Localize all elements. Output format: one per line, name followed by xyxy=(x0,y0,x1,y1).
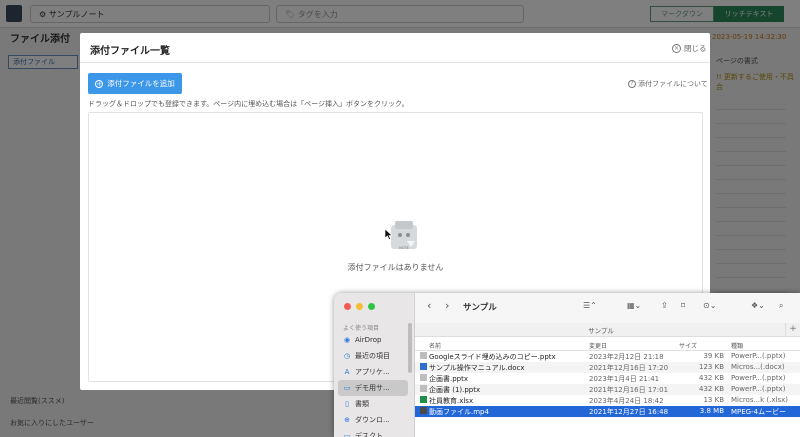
grid-view-icon[interactable]: ▦⌄ xyxy=(627,301,641,310)
list-view-icon[interactable]: ☰⌃ xyxy=(583,301,597,310)
sidebar-item[interactable]: ▭ デモ用サ... xyxy=(338,380,408,396)
file-date: 2023年1月4日 21:41 xyxy=(589,375,660,383)
sidebar-item[interactable]: A アプリケ... xyxy=(338,364,408,380)
file-kind: PowerP...(.pptx) xyxy=(731,374,786,382)
minimize-window-button[interactable] xyxy=(356,303,363,310)
airdrop-icon: ◉ xyxy=(343,336,351,344)
column-date[interactable]: 変更日 xyxy=(589,341,607,350)
file-kind: PowerP...(.pptx) xyxy=(731,385,786,393)
sidebar-item-label: アプリケ... xyxy=(355,368,390,376)
sidebar-item-label: デモ用サ... xyxy=(355,384,390,392)
file-date: 2021年12月16日 17:20 xyxy=(589,364,669,372)
file-icon xyxy=(420,385,427,392)
file-size: 432 KB xyxy=(699,385,724,393)
column-kind[interactable]: 種類 xyxy=(731,341,743,350)
new-tab-button[interactable]: + xyxy=(785,323,800,337)
more-actions-icon[interactable]: ⊙⌄ xyxy=(703,301,716,310)
file-icon xyxy=(420,374,427,381)
share-icon[interactable]: ⇪ xyxy=(661,301,668,310)
back-arrow-icon[interactable]: ‹ xyxy=(427,299,431,312)
modal-title: 添付ファイル一覧 xyxy=(90,46,170,57)
modal-header: 添付ファイル一覧 × 閉じる xyxy=(80,33,710,63)
document-icon: ▯ xyxy=(345,400,349,408)
empty-notebook-icon: NOTE xyxy=(391,221,417,250)
finder-toolbar: ‹ › サンプル ☰⌃ ▦⌄ ⇪ ⌑ ⊙⌄ ❖⌄ ⌕ xyxy=(415,293,800,323)
finder-pathbar: サンプル + xyxy=(415,323,800,337)
sidebar-item-label: AirDrop xyxy=(355,336,382,344)
forward-arrow-icon[interactable]: › xyxy=(445,299,449,312)
desktop-icon: ▭ xyxy=(343,432,351,437)
column-name[interactable]: 名前 xyxy=(429,341,441,350)
file-kind: Micros...(.docx) xyxy=(731,363,785,371)
file-icon xyxy=(420,363,427,370)
file-name: 企画書 (1).pptx xyxy=(429,386,481,394)
file-name: 企画書.pptx xyxy=(429,375,468,383)
file-icon xyxy=(420,352,427,359)
apps-icon: A xyxy=(344,368,350,376)
close-icon: × xyxy=(672,44,681,53)
file-date: 2023年4月24日 18:42 xyxy=(589,397,664,405)
sidebar-list: ◉ AirDrop ◷ 最近の項目 A アプリケ... ▭ デモ用サ... ▯ 書類 ⊕ ダウンロ..… xyxy=(338,332,408,437)
empty-message: 添付ファイルはありません xyxy=(347,263,444,272)
file-kind: MPEG-4ムービー xyxy=(731,408,787,416)
tag-icon[interactable]: ⌑ xyxy=(681,301,685,310)
download-icon: ⊕ xyxy=(344,416,350,424)
file-kind: PowerP...(.pptx) xyxy=(731,352,786,360)
column-size[interactable]: サイズ xyxy=(679,341,697,350)
file-row[interactable]: 企画書 (1).pptx 2021年12月16日 17:01 432 KB Power… xyxy=(415,384,800,395)
finder-window: よく使う項目 ◉ AirDrop ◷ 最近の項目 A アプリケ... ▭ デモ用サ... ▯ 書類… xyxy=(334,293,800,437)
drag-drop-hint: ドラッグ＆ドロップでも登録できます。ページ内に埋め込む場合は「ページ挿入」ボタン… xyxy=(88,100,409,108)
file-icon xyxy=(420,396,427,403)
column-header: 名前 変更日 サイズ 種類 xyxy=(415,337,800,351)
empty-icon-caption: NOTE xyxy=(399,246,409,250)
dropbox-icon[interactable]: ❖⌄ xyxy=(751,301,765,310)
file-date: 2021年12月16日 17:01 xyxy=(589,386,669,394)
file-list: Googleスライド埋め込みのコピー.pptx 2023年2月12日 21:18 3… xyxy=(415,351,800,417)
sidebar-item[interactable]: ▯ 書類 xyxy=(338,396,408,412)
sidebar-item[interactable]: ⊕ ダウンロ... xyxy=(338,412,408,428)
sidebar-item[interactable]: ▭ デスクト... xyxy=(338,428,408,437)
file-name: 社員教育.xlsx xyxy=(429,397,474,405)
file-date: 2023年2月12日 21:18 xyxy=(589,353,664,361)
file-size: 123 KB xyxy=(699,363,724,371)
sidebar-item-label: デスクト... xyxy=(355,432,390,437)
mouse-cursor-icon xyxy=(385,229,393,240)
sidebar-scrollbar[interactable] xyxy=(408,323,412,373)
file-size: 432 KB xyxy=(699,374,724,382)
file-row[interactable]: 社員教育.xlsx 2023年4月24日 18:42 13 KB Micros...k… xyxy=(415,395,800,406)
folder-icon: ▭ xyxy=(343,384,351,392)
sidebar-item-label: 書類 xyxy=(355,400,369,408)
sidebar-section-favorites: よく使う項目 xyxy=(343,325,380,332)
close-button[interactable]: × 閉じる xyxy=(672,43,707,54)
sidebar-item[interactable]: ◉ AirDrop xyxy=(338,332,408,348)
file-kind: Micros...k (.xlsx) xyxy=(731,396,789,404)
plus-icon: + xyxy=(95,79,104,88)
sidebar-item-label: ダウンロ... xyxy=(355,416,390,424)
path-title: サンプル xyxy=(588,327,614,335)
file-row[interactable]: 企画書.pptx 2023年1月4日 21:41 432 KB PowerP...(.… xyxy=(415,373,800,384)
finder-title: サンプル xyxy=(463,303,497,313)
search-icon[interactable]: ⌕ xyxy=(779,301,783,311)
file-size: 13 KB xyxy=(703,396,724,404)
zoom-window-button[interactable] xyxy=(368,303,375,310)
clock-icon: ◷ xyxy=(343,352,351,360)
file-name: サンプル操作マニュアル.docx xyxy=(429,364,525,372)
file-row[interactable]: Googleスライド埋め込みのコピー.pptx 2023年2月12日 21:18 3… xyxy=(415,351,800,362)
file-row[interactable]: サンプル操作マニュアル.docx 2021年12月16日 17:20 123 KB M… xyxy=(415,362,800,373)
sidebar-item[interactable]: ◷ 最近の項目 xyxy=(338,348,408,364)
file-name: Googleスライド埋め込みのコピー.pptx xyxy=(429,353,556,361)
file-date: 2021年12月27日 16:48 xyxy=(589,408,669,416)
add-attachment-button[interactable]: + 添付ファイルを追加 xyxy=(88,73,182,94)
file-size: 39 KB xyxy=(703,352,724,360)
file-name: 動画ファイル.mp4 xyxy=(429,408,489,416)
sidebar-item-label: 最近の項目 xyxy=(355,352,390,360)
about-attachments-link[interactable]: ? 添付ファイルについて xyxy=(628,79,708,89)
help-icon: ? xyxy=(628,80,636,88)
file-size: 3.8 MB xyxy=(699,407,724,415)
finder-sidebar: よく使う項目 ◉ AirDrop ◷ 最近の項目 A アプリケ... ▭ デモ用サ... ▯ 書類… xyxy=(334,293,415,437)
close-window-button[interactable] xyxy=(344,303,351,310)
file-icon xyxy=(420,407,427,414)
file-row[interactable]: 動画ファイル.mp4 2021年12月27日 16:48 3.8 MB MPEG-4ム… xyxy=(415,406,800,417)
